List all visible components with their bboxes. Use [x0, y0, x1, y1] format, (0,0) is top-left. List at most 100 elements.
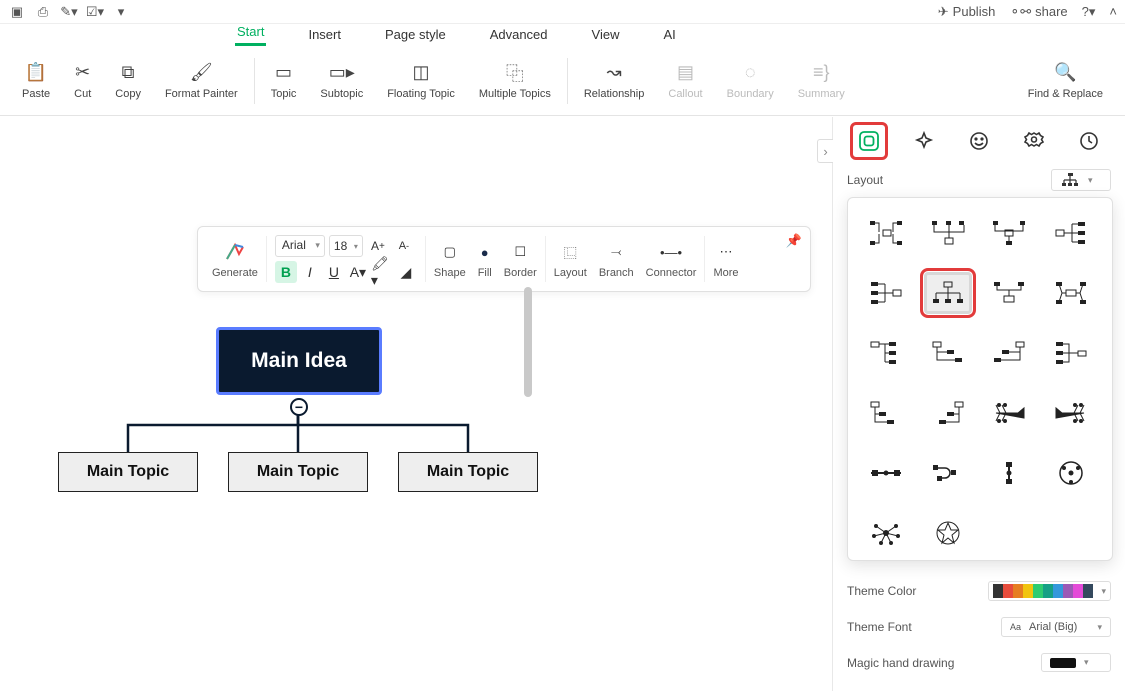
- clear-format-button[interactable]: ◢: [395, 261, 417, 283]
- layout-option[interactable]: [985, 272, 1033, 314]
- workspace: 📌 Generate Arial▾ 18▾ A+ A- B I U: [0, 117, 1125, 691]
- tab-page-style[interactable]: Page style: [383, 25, 448, 46]
- layout-option-timeline[interactable]: [862, 452, 910, 494]
- layout-option[interactable]: [862, 392, 910, 434]
- highlight-button[interactable]: 🖍▾: [371, 261, 393, 283]
- more-button[interactable]: ⋯More: [707, 239, 744, 279]
- panel-tab-emoji[interactable]: [962, 124, 996, 158]
- connector-button[interactable]: •—•Connector: [640, 239, 703, 279]
- relationship-button[interactable]: ↝Relationship: [572, 62, 657, 100]
- theme-font-select[interactable]: AaArial (Big)▾: [1001, 617, 1111, 637]
- edit-icon[interactable]: ✎▾: [60, 3, 78, 21]
- font-select[interactable]: Arial▾: [275, 235, 325, 257]
- format-toolbar: 📌 Generate Arial▾ 18▾ A+ A- B I U: [197, 226, 811, 292]
- main-idea-node[interactable]: Main Idea: [216, 327, 382, 395]
- layout-option-fishbone-left[interactable]: [1047, 392, 1095, 434]
- border-button[interactable]: ☐Border: [498, 239, 543, 279]
- help-icon[interactable]: ?▾: [1082, 4, 1096, 20]
- cut-button[interactable]: ✂Cut: [62, 62, 103, 100]
- layout-option[interactable]: [1047, 332, 1095, 374]
- theme-font-label: Theme Font: [847, 620, 1001, 634]
- check-icon[interactable]: ☑▾: [86, 3, 104, 21]
- topic-node[interactable]: Main Topic: [398, 452, 538, 492]
- fill-button[interactable]: ●Fill: [472, 239, 498, 279]
- share-button[interactable]: ⚬⚯share: [1009, 4, 1067, 20]
- italic-button[interactable]: I: [299, 261, 321, 283]
- layout-option[interactable]: [985, 212, 1033, 254]
- print-icon[interactable]: ⎙: [34, 3, 52, 21]
- tab-advanced[interactable]: Advanced: [488, 25, 550, 46]
- tab-insert[interactable]: Insert: [306, 25, 343, 46]
- layout-option-vertical-timeline[interactable]: [985, 452, 1033, 494]
- layout-option[interactable]: [862, 272, 910, 314]
- publish-button[interactable]: ✈Publish: [938, 4, 996, 20]
- topic-node[interactable]: Main Topic: [58, 452, 198, 492]
- layout-option[interactable]: [924, 212, 972, 254]
- layout-row: Layout ▾: [833, 161, 1125, 199]
- font-size-select[interactable]: 18▾: [329, 235, 363, 257]
- boundary-button[interactable]: ◌Boundary: [715, 62, 786, 100]
- layout-option[interactable]: [862, 332, 910, 374]
- topic-node[interactable]: Main Topic: [228, 452, 368, 492]
- copy-button[interactable]: ⧉Copy: [103, 62, 153, 100]
- layout-option-circle[interactable]: [1047, 452, 1095, 494]
- layout-option[interactable]: [1047, 212, 1095, 254]
- magic-drawing-row: Magic hand drawing ▾: [833, 645, 1125, 680]
- theme-font-row: Theme Font AaArial (Big)▾: [833, 609, 1125, 645]
- layout-option-timeline-curve[interactable]: [924, 452, 972, 494]
- layout-option-fishbone-right[interactable]: [985, 392, 1033, 434]
- bold-button[interactable]: B: [275, 261, 297, 283]
- layout-option[interactable]: [862, 212, 910, 254]
- font-decrease-icon[interactable]: A-: [393, 235, 415, 257]
- layout-option[interactable]: [924, 392, 972, 434]
- subtopic-button[interactable]: ▭▸Subtopic: [308, 62, 375, 100]
- multiple-topics-button[interactable]: ⿻Multiple Topics: [467, 62, 563, 100]
- callout-button[interactable]: ▤Callout: [656, 62, 714, 100]
- layout-option[interactable]: [985, 332, 1033, 374]
- right-panel: › Layout ▾: [832, 117, 1125, 691]
- magic-drawing-label: Magic hand drawing: [847, 656, 1041, 670]
- underline-button[interactable]: U: [323, 261, 345, 283]
- tab-view[interactable]: View: [590, 25, 622, 46]
- collapse-node-icon[interactable]: −: [290, 398, 308, 416]
- panel-tab-settings[interactable]: [1017, 124, 1051, 158]
- collapse-ribbon-icon[interactable]: ˄: [1109, 4, 1117, 19]
- tab-ai[interactable]: AI: [661, 25, 677, 46]
- layout-option-selected[interactable]: [924, 272, 972, 314]
- summary-button[interactable]: ≡}Summary: [786, 62, 857, 100]
- shape-button[interactable]: ▢Shape: [428, 239, 472, 279]
- theme-color-label: Theme Color: [847, 584, 988, 598]
- quick-access-toolbar: ▣ ⎙ ✎▾ ☑▾ ▾ ✈Publish ⚬⚯share ?▾ ˄: [0, 0, 1125, 24]
- magic-drawing-select[interactable]: ▾: [1041, 653, 1111, 672]
- scrollbar-vertical[interactable]: [524, 287, 532, 397]
- layout-option-radial[interactable]: [862, 512, 910, 554]
- panel-tab-style[interactable]: [852, 124, 886, 158]
- layout-select[interactable]: ▾: [1051, 169, 1111, 191]
- layout-option[interactable]: [1047, 272, 1095, 314]
- save-icon[interactable]: ▣: [8, 3, 26, 21]
- layout-option[interactable]: [924, 332, 972, 374]
- theme-color-row: Theme Color ▾: [833, 573, 1125, 609]
- panel-tab-sparkle[interactable]: [907, 124, 941, 158]
- format-painter-button[interactable]: 🖌Format Painter: [153, 62, 250, 100]
- theme-color-select[interactable]: ▾: [988, 581, 1111, 601]
- topic-button[interactable]: ▭Topic: [259, 62, 309, 100]
- layout-option-star[interactable]: [924, 512, 972, 554]
- generate-button[interactable]: Generate: [206, 239, 264, 279]
- more-qat-icon[interactable]: ▾: [112, 3, 130, 21]
- branch-button[interactable]: ⤙Branch: [593, 239, 640, 279]
- paste-button[interactable]: 📋Paste: [10, 62, 62, 100]
- layout-dropdown: [847, 197, 1113, 561]
- tab-start[interactable]: Start: [235, 22, 266, 46]
- font-color-button[interactable]: A▾: [347, 261, 369, 283]
- canvas[interactable]: 📌 Generate Arial▾ 18▾ A+ A- B I U: [0, 117, 832, 691]
- pin-icon[interactable]: 📌: [786, 233, 802, 249]
- ribbon-toolbar: 📋Paste ✂Cut ⧉Copy 🖌Format Painter ▭Topic…: [0, 46, 1125, 116]
- floating-topic-button[interactable]: ◫Floating Topic: [375, 62, 467, 100]
- panel-collapse-icon[interactable]: ›: [817, 139, 833, 163]
- font-increase-icon[interactable]: A+: [367, 235, 389, 257]
- find-replace-button[interactable]: 🔍Find & Replace: [1016, 62, 1115, 100]
- layout-button[interactable]: ⿺Layout: [548, 239, 593, 279]
- panel-tab-history[interactable]: [1072, 124, 1106, 158]
- menu-tabs: Start Insert Page style Advanced View AI: [0, 24, 1125, 46]
